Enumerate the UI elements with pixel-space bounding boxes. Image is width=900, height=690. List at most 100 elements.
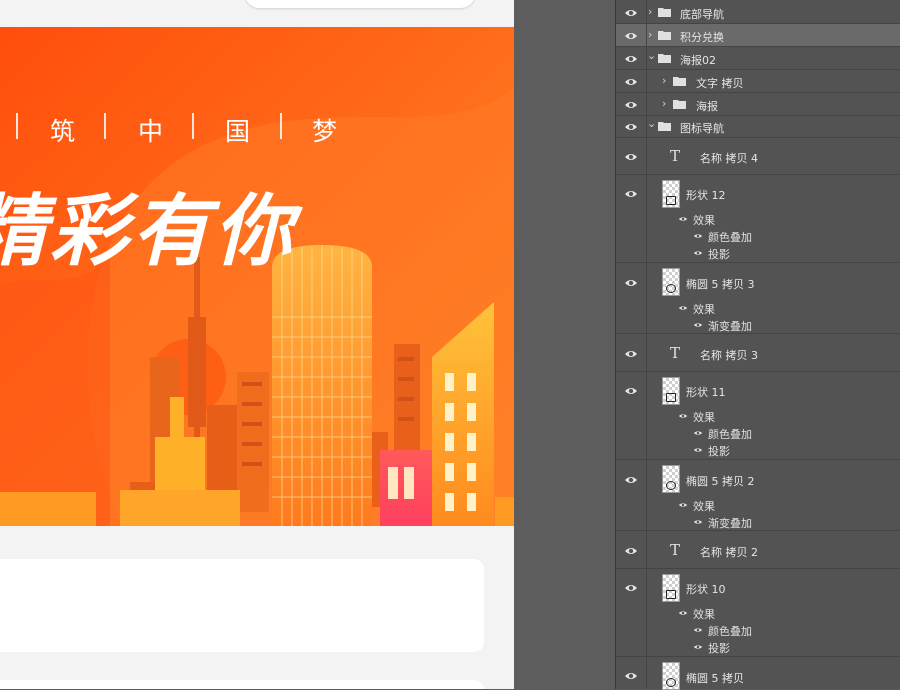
eye-icon[interactable]	[693, 249, 703, 257]
layer-name: 名称 拷贝 4	[700, 152, 758, 165]
layer-row[interactable]: T 名称 拷贝 3	[616, 334, 900, 372]
eye-icon[interactable]	[693, 643, 703, 651]
effects-label: 效果	[693, 214, 715, 227]
folder-icon	[673, 77, 686, 86]
layer-thumbnail	[662, 574, 680, 602]
divider	[646, 569, 647, 656]
layer-name: 海报	[696, 100, 718, 113]
layer-row[interactable]: › 海报	[616, 93, 900, 116]
eye-icon[interactable]	[678, 304, 688, 312]
eye-icon[interactable]	[624, 6, 638, 20]
divider	[646, 460, 647, 530]
text-layer-icon: T	[670, 541, 681, 559]
slogan-char: 中	[138, 117, 164, 146]
effect-name: 颜色叠加	[708, 625, 752, 638]
layer-name: 文字 拷贝	[696, 77, 744, 90]
layer-name: 底部导航	[680, 8, 724, 21]
eye-icon[interactable]	[693, 446, 703, 454]
folder-icon	[658, 31, 671, 40]
layer-row[interactable]: 形状 11 效果 颜色叠加 投影	[616, 372, 900, 460]
layer-row[interactable]: 椭圆 5 拷贝	[616, 657, 900, 690]
eye-icon[interactable]	[624, 347, 638, 361]
layer-row[interactable]: ⌄ 海报02	[616, 47, 900, 70]
text-layer-icon: T	[670, 147, 681, 165]
eye-icon[interactable]	[678, 501, 688, 509]
divider	[646, 531, 647, 568]
eye-icon[interactable]	[624, 150, 638, 164]
effect-name: 投影	[708, 248, 730, 261]
layer-row[interactable]: › 底部导航	[616, 0, 900, 24]
divider	[646, 93, 647, 115]
eye-icon[interactable]	[624, 75, 638, 89]
divider	[646, 24, 647, 46]
layer-thumbnail	[662, 180, 680, 208]
eye-icon[interactable]	[624, 544, 638, 558]
divider	[646, 334, 647, 371]
chevron-down-icon[interactable]: ⌄	[647, 49, 656, 62]
folder-icon	[658, 122, 671, 131]
layer-row[interactable]: 椭圆 5 拷贝 2 效果 渐变叠加	[616, 460, 900, 531]
layer-name: 图标导航	[680, 122, 724, 135]
layer-name: 形状 11	[686, 386, 726, 399]
layer-row[interactable]: 椭圆 5 拷贝 3 效果 渐变叠加	[616, 263, 900, 334]
eye-icon[interactable]	[624, 98, 638, 112]
content-card	[0, 680, 484, 689]
chevron-right-icon[interactable]: ›	[662, 74, 666, 87]
chevron-down-icon[interactable]: ⌄	[647, 117, 656, 130]
divider	[646, 0, 647, 23]
effects-label: 效果	[693, 303, 715, 316]
eye-icon[interactable]	[693, 626, 703, 634]
eye-icon[interactable]	[624, 384, 638, 398]
slogan-char: 国	[225, 117, 251, 146]
eye-icon[interactable]	[678, 609, 688, 617]
eye-icon[interactable]	[678, 412, 688, 420]
eye-icon[interactable]	[624, 473, 638, 487]
panel-gap	[514, 0, 615, 689]
eye-icon[interactable]	[693, 321, 703, 329]
layer-name: 形状 12	[686, 189, 726, 202]
layer-row[interactable]: T 名称 拷贝 4	[616, 138, 900, 175]
layers-panel: › 底部导航 › 积分兑换 ⌄ 海报02 › 文字 拷贝 › 海报 ⌄ 图标导航…	[615, 0, 900, 690]
effect-name: 投影	[708, 445, 730, 458]
layer-row[interactable]: › 文字 拷贝	[616, 70, 900, 93]
eye-icon[interactable]	[693, 232, 703, 240]
folder-icon	[673, 100, 686, 109]
eye-icon[interactable]	[624, 187, 638, 201]
eye-icon[interactable]	[624, 120, 638, 134]
eye-icon[interactable]	[624, 52, 638, 66]
divider	[646, 372, 647, 459]
layer-name: 椭圆 5 拷贝 2	[686, 475, 755, 488]
divider	[646, 657, 647, 689]
effect-name: 颜色叠加	[708, 428, 752, 441]
layer-name: 椭圆 5 拷贝 3	[686, 278, 755, 291]
layer-row[interactable]: 形状 10 效果 颜色叠加 投影	[616, 569, 900, 657]
eye-icon[interactable]	[693, 518, 703, 526]
content-card	[0, 559, 484, 652]
layer-row[interactable]: T 名称 拷贝 2	[616, 531, 900, 569]
eye-icon[interactable]	[678, 215, 688, 223]
effects-label: 效果	[693, 500, 715, 513]
divider	[646, 175, 647, 262]
layer-row[interactable]: 形状 12 效果 颜色叠加 投影	[616, 175, 900, 263]
folder-icon	[658, 8, 671, 17]
layer-thumbnail	[662, 268, 680, 296]
layer-name: 积分兑换	[680, 31, 724, 44]
layer-row[interactable]: › 积分兑换	[616, 24, 900, 47]
folder-icon	[658, 54, 671, 63]
effect-name: 渐变叠加	[708, 517, 752, 530]
layer-row[interactable]: ⌄ 图标导航	[616, 116, 900, 138]
slogan-separator	[280, 113, 282, 139]
eye-icon[interactable]	[624, 29, 638, 43]
effect-name: 渐变叠加	[708, 320, 752, 333]
chevron-right-icon[interactable]: ›	[662, 97, 666, 110]
eye-icon[interactable]	[624, 581, 638, 595]
chevron-right-icon[interactable]: ›	[648, 5, 652, 18]
eye-icon[interactable]	[624, 276, 638, 290]
document-canvas: 筑 中 国 梦 精彩有你	[0, 0, 514, 689]
effects-label: 效果	[693, 608, 715, 621]
chevron-right-icon[interactable]: ›	[648, 28, 652, 41]
slogan-separator	[16, 113, 18, 139]
eye-icon[interactable]	[624, 669, 638, 683]
eye-icon[interactable]	[693, 429, 703, 437]
divider	[646, 70, 647, 92]
